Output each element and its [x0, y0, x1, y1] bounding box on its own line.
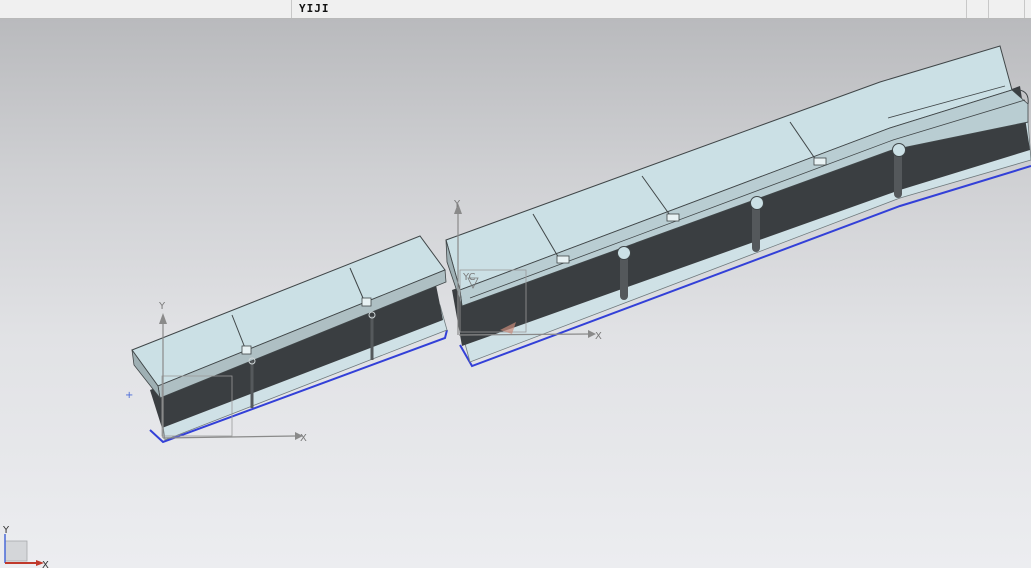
- right-part-hole: [892, 143, 906, 157]
- title-bar-control-minimize[interactable]: [966, 0, 988, 18]
- right-part-slot: [556, 255, 570, 264]
- left-csys-x-label: X: [300, 433, 307, 444]
- right-part[interactable]: [445, 45, 1031, 368]
- right-part-slot: [813, 157, 827, 166]
- right-part-hole: [750, 196, 764, 210]
- right-part-front-lip: [459, 89, 1029, 307]
- triad-y-label: Y: [2, 525, 10, 536]
- right-csys-y-label: Y: [453, 199, 461, 210]
- right-csys-x-label: X: [595, 331, 602, 342]
- right-part-pin: [894, 150, 902, 198]
- title-bar-control-close[interactable]: [1024, 0, 1031, 18]
- right-part-pin: [620, 254, 628, 300]
- left-part-slot: [241, 345, 252, 355]
- window-title-bar: YIJI: [0, 0, 1031, 19]
- model-canvas[interactable]: X Y + X Y YC Y X: [0, 19, 1031, 568]
- triad-x-label: X: [42, 560, 49, 568]
- window-title: YIJI: [299, 2, 330, 15]
- left-csys-y-label: Y: [158, 301, 166, 312]
- title-bar-control-restore[interactable]: [988, 0, 1024, 18]
- title-bar-left-panel: [0, 0, 292, 18]
- left-csys-origin-marker: +: [125, 390, 133, 401]
- left-part[interactable]: [131, 235, 448, 444]
- right-part-slot: [666, 213, 680, 222]
- right-part-hole: [617, 246, 631, 260]
- wcs-yc-label: YC: [462, 272, 476, 283]
- graphics-viewport[interactable]: X Y + X Y YC Y X: [0, 19, 1031, 568]
- right-part-pin: [752, 204, 760, 252]
- view-triad: Y X: [2, 525, 49, 568]
- left-part-slot: [361, 297, 372, 307]
